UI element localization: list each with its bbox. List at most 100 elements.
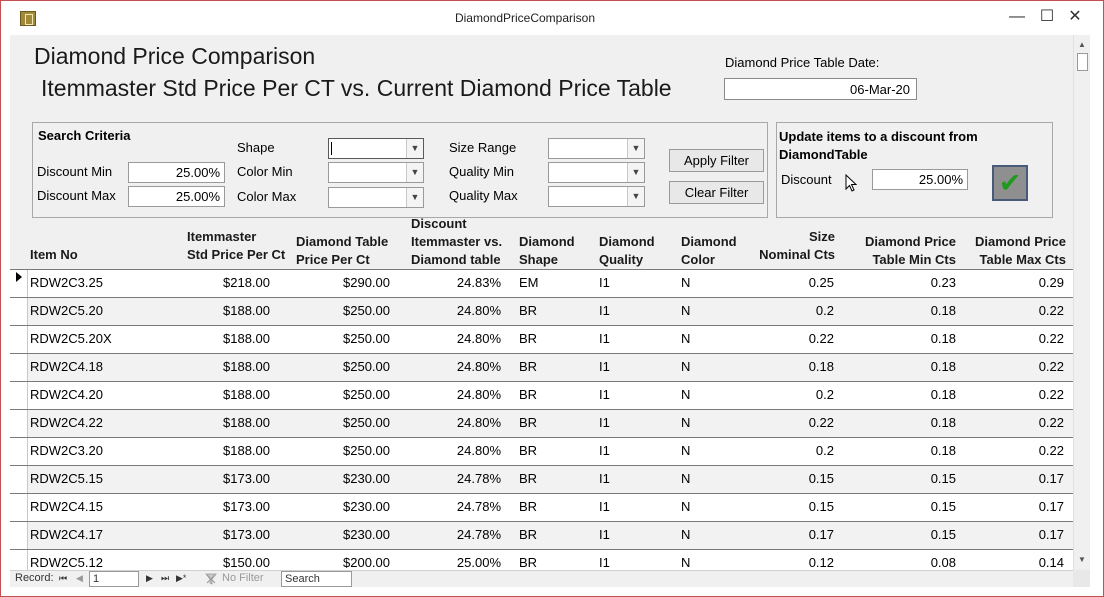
cell-item-no[interactable]: RDW2C4.18 [30, 359, 103, 374]
col-header-color[interactable]: Diamond Color [681, 233, 737, 269]
cell-discount[interactable]: 24.80% [401, 387, 501, 402]
cell-max-cts[interactable]: 0.17 [964, 499, 1064, 514]
col-header-max-cts[interactable]: Diamond Price Table Max Cts [960, 233, 1066, 269]
cell-discount[interactable]: 25.00% [401, 555, 501, 570]
cell-table-price[interactable]: $230.00 [290, 471, 390, 486]
cell-table-price[interactable]: $250.00 [290, 331, 390, 346]
vertical-scrollbar[interactable]: ▲ ▼ [1073, 35, 1090, 570]
close-button[interactable]: ✕ [1060, 5, 1090, 29]
cell-color[interactable]: N [681, 555, 690, 570]
cell-size[interactable]: 0.17 [734, 527, 834, 542]
cell-min-cts[interactable]: 0.18 [856, 387, 956, 402]
cell-max-cts[interactable]: 0.17 [964, 527, 1064, 542]
record-selector[interactable] [10, 438, 28, 465]
chevron-down-icon[interactable]: ▼ [406, 163, 423, 182]
clear-filter-button[interactable]: Clear Filter [669, 181, 764, 204]
cell-shape[interactable]: BR [519, 443, 537, 458]
scroll-thumb[interactable] [1077, 53, 1088, 71]
no-filter-button[interactable]: No Filter [222, 572, 264, 584]
cell-std-price[interactable]: $188.00 [170, 443, 270, 458]
record-selector[interactable] [10, 382, 28, 409]
cell-size[interactable]: 0.2 [734, 303, 834, 318]
record-selector[interactable] [10, 354, 28, 381]
cell-quality[interactable]: I1 [599, 331, 610, 346]
maximize-button[interactable]: ☐ [1032, 5, 1062, 29]
chevron-down-icon[interactable]: ▼ [627, 187, 644, 206]
first-record-icon[interactable]: ⏮ [59, 573, 67, 584]
cell-min-cts[interactable]: 0.18 [856, 359, 956, 374]
cell-quality[interactable]: I1 [599, 471, 610, 486]
discount-max-field[interactable]: 25.00% [128, 186, 225, 207]
cell-min-cts[interactable]: 0.18 [856, 303, 956, 318]
col-header-size[interactable]: Size Nominal Cts [736, 228, 835, 264]
cell-std-price[interactable]: $173.00 [170, 527, 270, 542]
cell-item-no[interactable]: RDW2C4.20 [30, 387, 103, 402]
col-header-shape[interactable]: Diamond Shape [519, 233, 575, 269]
cell-std-price[interactable]: $150.00 [170, 555, 270, 570]
col-header-table-price[interactable]: Diamond Table Price Per Ct [296, 233, 388, 269]
table-row[interactable]: RDW2C4.20 $188.00 $250.00 24.80% BR I1 N 0.2 0.1… [10, 381, 1073, 409]
cell-max-cts[interactable]: 0.22 [964, 443, 1064, 458]
table-row[interactable]: RDW2C4.15 $173.00 $230.00 24.78% BR I1 N 0.15 0.… [10, 493, 1073, 521]
cell-min-cts[interactable]: 0.18 [856, 443, 956, 458]
cell-table-price[interactable]: $290.00 [290, 275, 390, 290]
cell-size[interactable]: 0.25 [734, 275, 834, 290]
cell-max-cts[interactable]: 0.22 [964, 359, 1064, 374]
cell-discount[interactable]: 24.78% [401, 527, 501, 542]
cell-std-price[interactable]: $218.00 [170, 275, 270, 290]
record-selector[interactable] [10, 494, 28, 521]
cell-item-no[interactable]: RDW2C4.22 [30, 415, 103, 430]
cell-size[interactable]: 0.15 [734, 471, 834, 486]
cell-max-cts[interactable]: 0.22 [964, 387, 1064, 402]
cell-max-cts[interactable]: 0.29 [964, 275, 1064, 290]
cell-table-price[interactable]: $250.00 [290, 387, 390, 402]
cell-min-cts[interactable]: 0.18 [856, 415, 956, 430]
cell-color[interactable]: N [681, 303, 690, 318]
cell-quality[interactable]: I1 [599, 527, 610, 542]
cell-color[interactable]: N [681, 471, 690, 486]
table-row[interactable]: RDW2C4.17 $173.00 $230.00 24.78% BR I1 N 0.17 0.… [10, 521, 1073, 549]
cell-quality[interactable]: I1 [599, 555, 610, 570]
next-record-icon[interactable]: ▶ [146, 573, 153, 584]
cell-quality[interactable]: I1 [599, 443, 610, 458]
cell-min-cts[interactable]: 0.18 [856, 331, 956, 346]
cell-shape[interactable]: BR [519, 527, 537, 542]
cell-min-cts[interactable]: 0.15 [856, 471, 956, 486]
cell-item-no[interactable]: RDW2C4.15 [30, 499, 103, 514]
discount-min-field[interactable]: 25.00% [128, 162, 225, 183]
scroll-up-icon[interactable]: ▲ [1074, 37, 1090, 53]
cell-shape[interactable]: BR [519, 331, 537, 346]
cell-discount[interactable]: 24.78% [401, 499, 501, 514]
chevron-down-icon[interactable]: ▼ [406, 139, 423, 158]
cell-table-price[interactable]: $250.00 [290, 415, 390, 430]
cell-discount[interactable]: 24.80% [401, 443, 501, 458]
col-header-quality[interactable]: Diamond Quality [599, 233, 655, 269]
cell-max-cts[interactable]: 0.14 [964, 555, 1064, 570]
cell-quality[interactable]: I1 [599, 359, 610, 374]
cell-size[interactable]: 0.15 [734, 499, 834, 514]
cell-item-no[interactable]: RDW2C5.20 [30, 303, 103, 318]
cell-std-price[interactable]: $188.00 [170, 387, 270, 402]
cell-discount[interactable]: 24.83% [401, 275, 501, 290]
table-row[interactable]: RDW2C3.20 $188.00 $250.00 24.80% BR I1 N 0.2 0.1… [10, 437, 1073, 465]
record-selector[interactable] [10, 466, 28, 493]
cell-table-price[interactable]: $250.00 [290, 443, 390, 458]
cell-color[interactable]: N [681, 415, 690, 430]
cell-shape[interactable]: BR [519, 415, 537, 430]
cell-item-no[interactable]: RDW2C3.25 [30, 275, 103, 290]
cell-item-no[interactable]: RDW2C5.15 [30, 471, 103, 486]
table-row[interactable]: RDW2C4.18 $188.00 $250.00 24.80% BR I1 N 0.18 0.… [10, 353, 1073, 381]
cell-color[interactable]: N [681, 443, 690, 458]
chevron-down-icon[interactable]: ▼ [627, 139, 644, 158]
color-min-select[interactable]: ▼ [328, 162, 424, 183]
record-selector[interactable] [10, 550, 28, 570]
cell-min-cts[interactable]: 0.15 [856, 499, 956, 514]
size-range-select[interactable]: ▼ [548, 138, 645, 159]
quality-min-select[interactable]: ▼ [548, 162, 645, 183]
cell-discount[interactable]: 24.80% [401, 415, 501, 430]
cell-table-price[interactable]: $200.00 [290, 555, 390, 570]
cell-max-cts[interactable]: 0.17 [964, 471, 1064, 486]
cell-shape[interactable]: BR [519, 303, 537, 318]
cell-max-cts[interactable]: 0.22 [964, 331, 1064, 346]
cell-table-price[interactable]: $250.00 [290, 359, 390, 374]
